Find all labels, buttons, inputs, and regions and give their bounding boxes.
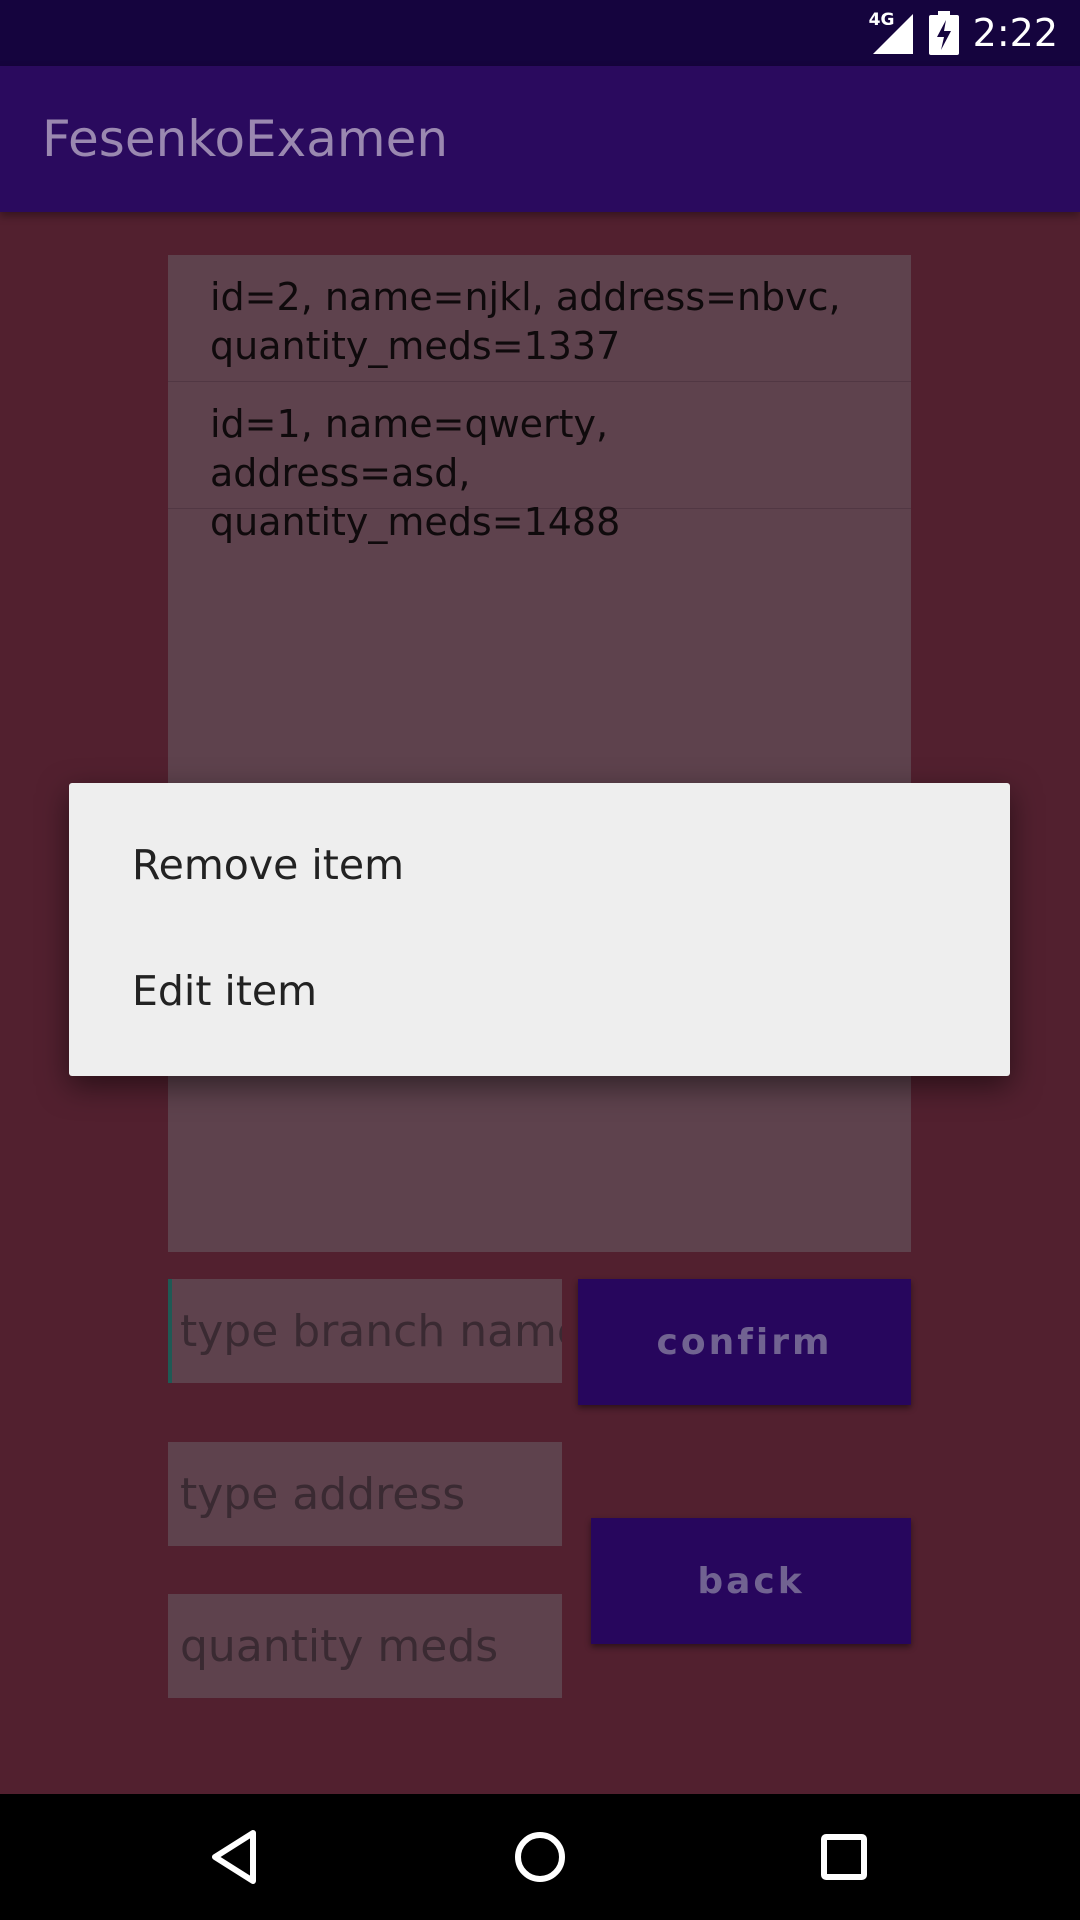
back-icon[interactable] — [203, 1825, 267, 1889]
status-bar: 4G 2:22 — [0, 0, 1080, 66]
confirm-button[interactable]: confirm — [578, 1279, 911, 1405]
app-bar: FesenkoExamen — [0, 66, 1080, 212]
home-icon[interactable] — [508, 1825, 572, 1889]
signal-icon: 4G — [869, 10, 915, 56]
navigation-bar — [0, 1794, 1080, 1920]
edit-item-option[interactable]: Edit item — [69, 971, 1010, 1097]
list-item[interactable]: id=1, name=qwerty, address=asd, quantity… — [168, 382, 911, 544]
app-title: FesenkoExamen — [42, 110, 449, 168]
recents-icon[interactable] — [812, 1825, 876, 1889]
network-type-label: 4G — [868, 10, 895, 30]
back-button[interactable]: back — [591, 1518, 911, 1644]
branch-list[interactable]: id=2, name=njkl, address=nbvc, quantity_… — [168, 255, 911, 1252]
battery-charging-icon — [928, 11, 959, 55]
list-item[interactable]: id=2, name=njkl, address=nbvc, quantity_… — [168, 255, 911, 382]
branch-name-input[interactable]: type branch name — [168, 1279, 562, 1383]
quantity-meds-input[interactable]: quantity meds — [168, 1594, 562, 1698]
remove-item-option[interactable]: Remove item — [69, 845, 1010, 971]
address-input[interactable]: type address — [168, 1442, 562, 1546]
status-time: 2:22 — [972, 11, 1058, 55]
context-menu-dialog: Remove item Edit item — [69, 783, 1010, 1076]
